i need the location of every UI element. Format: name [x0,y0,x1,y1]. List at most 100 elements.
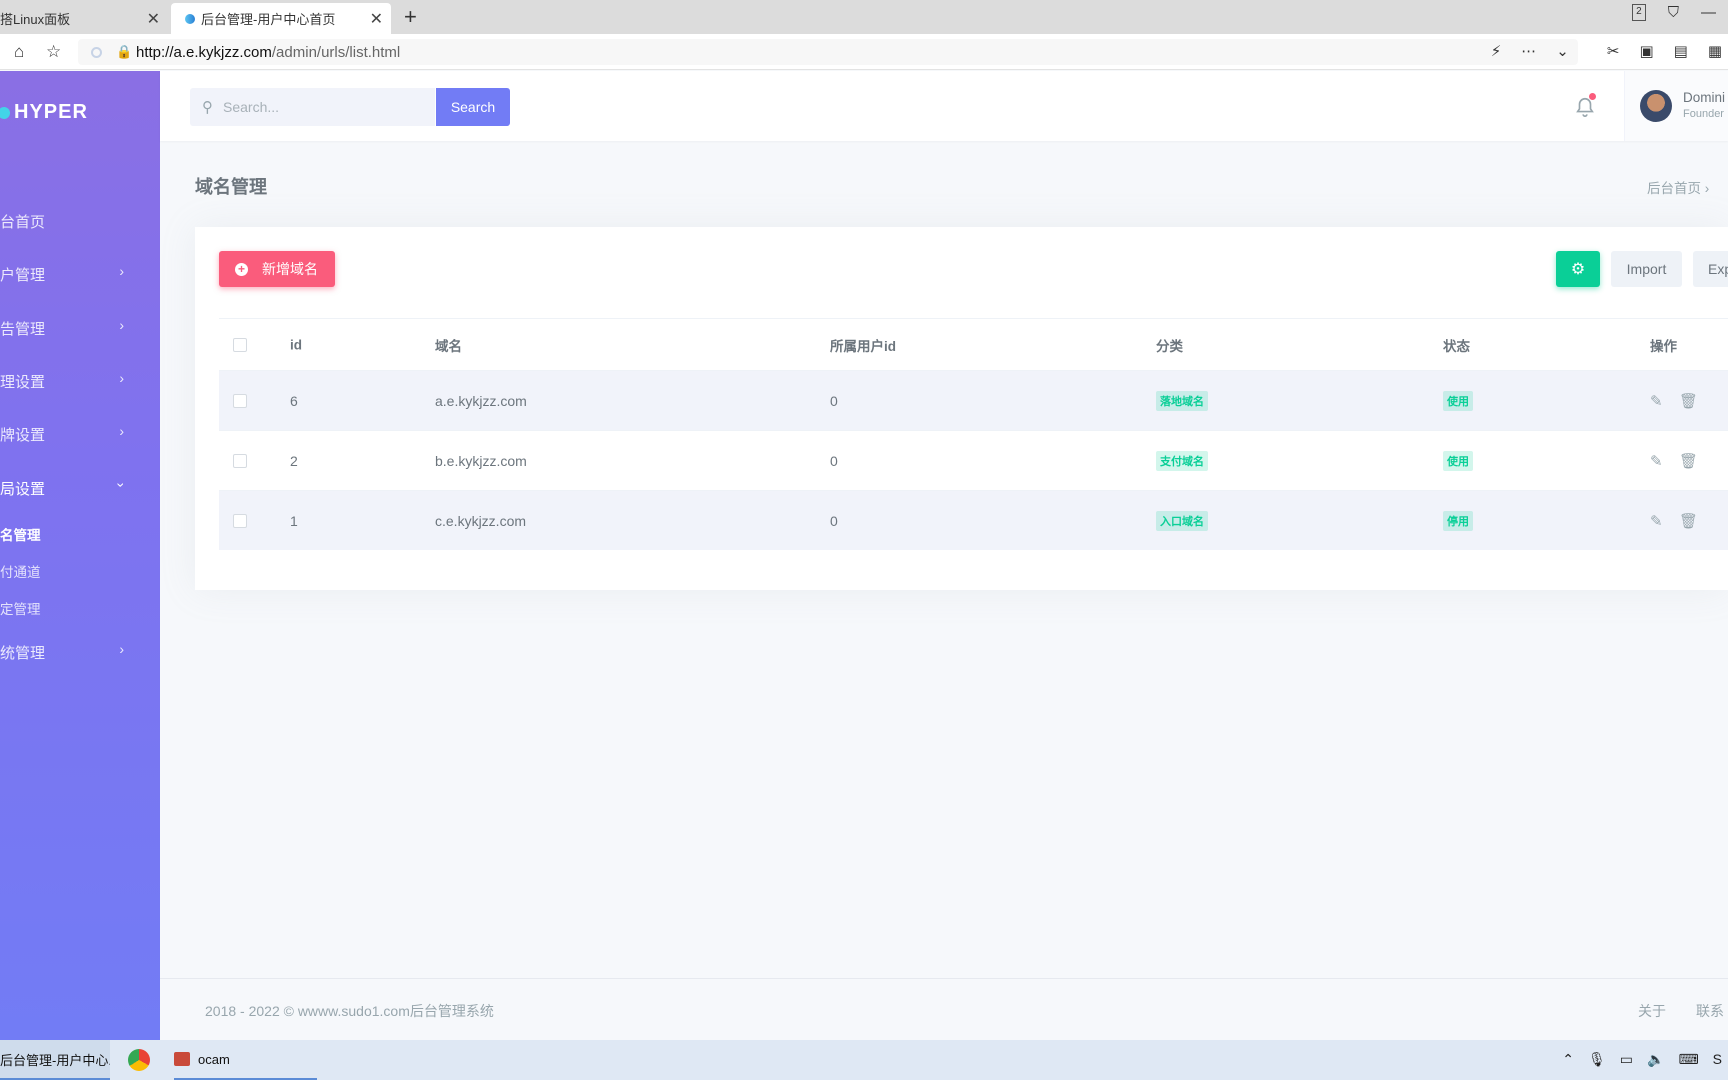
taskbar-item-browser-window[interactable]: 后台管理-用户中心... [0,1040,110,1080]
edit-icon[interactable]: ✎ [1650,392,1663,410]
sidebar-item-label: 台首页 [0,214,46,231]
column-header-id[interactable]: id [290,337,302,352]
trash-icon[interactable]: 🗑 [1679,392,1698,410]
search-input[interactable] [223,99,413,115]
new-tab-icon[interactable]: + [404,4,417,30]
tab-title: 后台管理-用户中心首页 [201,12,336,27]
column-header-category[interactable]: 分类 [1156,335,1183,355]
scissors-icon[interactable]: ✂ [1607,42,1620,60]
apps-grid-icon[interactable]: ▦ [1708,42,1722,60]
avatar [1640,90,1672,122]
browser-tab[interactable]: 搭Linux面板 ✕ [0,3,168,34]
breadcrumb[interactable]: 后台首页 › [1647,177,1709,197]
settings-button[interactable]: ⚙ [1556,251,1600,287]
breadcrumb-item[interactable]: 后台首页 [1647,181,1701,196]
row-checkbox[interactable] [233,393,247,408]
footer-links: 关于 联系 [1638,1001,1724,1021]
sidebar-item-label: 告管理 [0,321,46,338]
tab-count-badge[interactable]: 2 [1632,4,1646,21]
status-badge: 使用 [1443,390,1473,411]
cell-domain: a.e.kykjzz.com [435,392,527,409]
table-header-row: id 域名 所属用户id 分类 状态 操作 [219,318,1728,370]
sidebar-subitem-label: 定管理 [0,602,41,617]
add-domain-button[interactable]: + 新增域名 [219,251,335,287]
translate-icon[interactable]: ▣ [1639,42,1653,60]
chevron-right-icon: › [119,263,124,279]
topbar: ⚲ Search Domini Founder [160,71,1728,141]
volume-icon[interactable]: 🔈 [1647,1051,1664,1068]
minimize-icon[interactable]: — [1701,4,1716,21]
sidebar-subitem-payment[interactable]: 付通道 [0,561,41,581]
status-badge: 使用 [1443,450,1473,471]
url-path: /admin/urls/list.html [271,43,401,61]
edit-icon[interactable]: ✎ [1650,452,1663,470]
reader-icon[interactable]: ▤ [1674,42,1688,60]
os-taskbar: 后台管理-用户中心... ocam ⌃ 🎙 ▭ 🔈 ⌨ S [0,1040,1728,1080]
search-icon: ⚲ [202,99,213,116]
close-tab-icon[interactable]: ✕ [370,9,383,29]
network-icon[interactable]: ▭ [1620,1051,1633,1068]
trash-icon[interactable]: 🗑 [1679,512,1698,530]
gear-icon: ⚙ [1570,261,1586,278]
microphone-icon[interactable]: 🎙 [1588,1051,1606,1068]
trash-icon[interactable]: 🗑 [1679,452,1698,470]
row-checkbox[interactable] [233,453,247,468]
column-header-user-id[interactable]: 所属用户id [830,335,896,355]
chevron-right-icon: › [119,641,124,657]
taskbar-item-app[interactable] [126,1040,152,1080]
row-checkbox[interactable] [233,513,247,528]
footer-link-about[interactable]: 关于 [1638,1001,1666,1021]
category-badge: 支付域名 [1156,450,1208,471]
browser-tab-active[interactable]: 后台管理-用户中心首页 ✕ [171,3,391,34]
home-icon[interactable]: ⌂ [14,42,24,62]
input-method-icon[interactable]: ⌨ [1678,1051,1698,1068]
taskbar-item-label: ocam [198,1051,230,1067]
status-badge: 停用 [1443,510,1473,531]
sidebar: HYPER 台首页 户管理 › 告管理 › 理设置 › 牌设置 › 局设置 › … [0,71,160,1040]
sidebar-subitem-binding[interactable]: 定管理 [0,598,41,618]
taskbar-item-ocam[interactable]: ocam [174,1040,317,1080]
footer-copyright: 2018 - 2022 © wwww.sudo1.com后台管理系统 [205,1003,494,1019]
notification-dot [1589,93,1596,100]
select-all-checkbox[interactable] [233,337,247,352]
shirt-icon[interactable]: ⛉ [1668,4,1679,21]
sidebar-subitem-label: 付通道 [0,565,41,580]
sogou-icon[interactable]: S [1713,1051,1722,1068]
not-secure-icon[interactable]: 🔒 [116,44,132,60]
sidebar-subitem-domains[interactable]: 名管理 [0,524,41,544]
more-icon[interactable]: ⋯ [1521,42,1536,60]
system-tray: ⌃ 🎙 ▭ 🔈 ⌨ S [1562,1051,1722,1068]
user-name: Domini [1683,90,1726,105]
taskbar-item-label: 后台管理-用户中心... [0,1052,110,1068]
chevron-right-icon: › [119,370,124,386]
chevron-down-icon[interactable]: ⌄ [1556,42,1569,60]
favorites-icon[interactable]: ☆ [46,42,61,62]
ocam-icon [174,1052,190,1066]
edit-icon[interactable]: ✎ [1650,512,1663,530]
table-row: 2 b.e.kykjzz.com 0 支付域名 使用 ✎ 🗑 [219,430,1728,490]
column-header-domain[interactable]: 域名 [435,335,462,355]
tray-expand-icon[interactable]: ⌃ [1562,1051,1574,1068]
close-tab-icon[interactable]: ✕ [147,9,160,29]
site-info-icon[interactable] [91,47,102,58]
cell-user-id: 0 [830,452,838,469]
domains-card: + 新增域名 ⚙ Import Exp id 域名 所属用户id 分类 状态 操… [195,227,1728,590]
chevron-right-icon: › [119,423,124,439]
import-button[interactable]: Import [1611,251,1682,287]
footer-link-contact[interactable]: 联系 [1696,1001,1724,1021]
user-menu[interactable]: Domini Founder [1624,71,1728,141]
search-box: ⚲ [190,88,435,126]
column-header-actions: 操作 [1650,338,1677,354]
lightning-icon[interactable]: ⚡ [1491,42,1502,60]
logo[interactable]: HYPER [0,101,88,124]
column-header-status[interactable]: 状态 [1443,335,1470,355]
category-badge: 落地域名 [1156,390,1208,411]
url-field[interactable]: http://a.e.kykjzz.com/admin/urls/list.ht… [78,39,1578,65]
search-button[interactable]: Search [436,88,510,126]
chevron-right-icon: › [1704,181,1710,196]
cell-user-id: 0 [830,392,838,409]
user-role: Founder [1683,108,1724,120]
cell-id: 6 [290,392,298,409]
cell-id: 2 [290,452,298,469]
export-button[interactable]: Exp [1693,251,1728,287]
